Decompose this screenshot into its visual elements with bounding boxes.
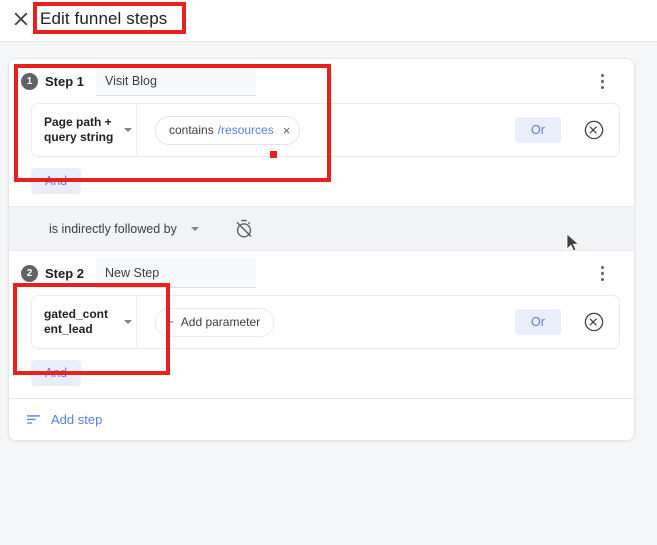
step-1-name-input[interactable]: Visit Blog (96, 66, 257, 96)
step-1-header: 1 Step 1 Visit Blog (9, 59, 634, 103)
step-1-label: Step 1 (45, 73, 85, 89)
funnel-steps-card: 1 Step 1 Visit Blog Page path + query st… (8, 58, 635, 441)
step-2-header: 2 Step 2 New Step (9, 251, 634, 295)
plus-icon: + (165, 313, 174, 331)
step-connector-row: is indirectly followed by (9, 206, 634, 251)
step-2-more-options-icon[interactable] (592, 262, 612, 284)
dialog-body: 1 Step 1 Visit Blog Page path + query st… (0, 42, 657, 545)
chip-close-icon[interactable]: × (283, 124, 291, 137)
chevron-down-icon (190, 226, 199, 231)
step-2-condition-row: gated_content_lead + Add parameter Or (31, 295, 620, 349)
step-2-add-parameter-button[interactable]: + Add parameter (155, 307, 275, 337)
step-1-match-value: /resources (217, 123, 274, 137)
chevron-down-icon (124, 128, 132, 132)
step-2-label: Step 2 (45, 265, 85, 281)
connector-select[interactable]: is indirectly followed by (49, 222, 199, 236)
step-1-or-button[interactable]: Or (515, 117, 561, 143)
step-1-dimension-value: Page path + query string (44, 115, 114, 144)
chevron-down-icon (124, 320, 132, 324)
page-title: Edit funnel steps (40, 9, 168, 28)
step-1-more-options-icon[interactable] (592, 70, 612, 92)
close-icon[interactable] (10, 8, 32, 30)
connector-value: is indirectly followed by (49, 221, 177, 236)
add-step-label[interactable]: Add step (51, 412, 102, 427)
step-2-name-input[interactable]: New Step (96, 258, 257, 288)
dialog-header: Edit funnel steps (0, 0, 657, 42)
step-2-number-badge: 2 (21, 264, 38, 282)
step-2-event-select[interactable]: gated_content_lead (32, 296, 137, 348)
step-2-add-parameter-label: Add parameter (180, 315, 261, 329)
step-1-and-wrap: And (9, 157, 634, 206)
funnel-step-1: 1 Step 1 Visit Blog Page path + query st… (9, 59, 634, 206)
step-1-dimension-select[interactable]: Page path + query string (32, 104, 137, 156)
timer-off-icon[interactable] (233, 218, 255, 240)
add-step-row[interactable]: Add step (9, 398, 634, 440)
step-1-match-operator: contains (169, 123, 214, 137)
step-2-and-button[interactable]: And (31, 360, 81, 386)
step-1-condition-row: Page path + query string contains /resou… (31, 103, 620, 157)
step-1-number-badge: 1 (21, 72, 38, 90)
step-1-remove-icon[interactable] (583, 119, 605, 141)
funnel-step-2: 2 Step 2 New Step gated_content_lead + A… (9, 251, 634, 398)
step-1-and-button[interactable]: And (31, 168, 81, 194)
step-2-or-button[interactable]: Or (515, 309, 561, 335)
add-step-icon (25, 411, 42, 428)
step-2-and-wrap: And (9, 349, 634, 398)
step-1-match-chip[interactable]: contains /resources × (155, 115, 301, 145)
step-2-event-value: gated_content_lead (44, 307, 109, 336)
step-2-remove-icon[interactable] (583, 311, 605, 333)
